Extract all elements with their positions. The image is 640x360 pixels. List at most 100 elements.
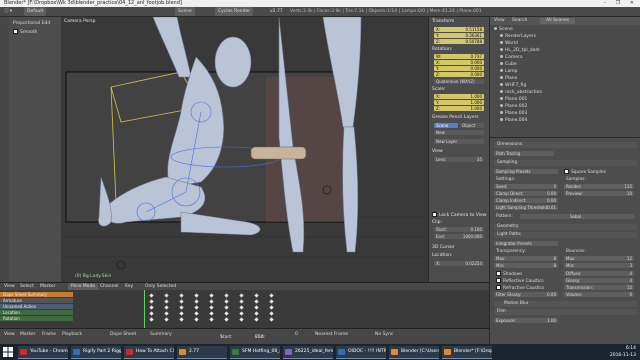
cursor-x-field[interactable]: X: 0.02254 [434, 261, 484, 266]
sync-select[interactable]: No Sync [375, 332, 393, 337]
outliner-item[interactable]: Scene [494, 27, 513, 32]
volume-field[interactable]: Volume: 0 [564, 292, 634, 297]
keyframe[interactable] [164, 311, 169, 316]
refractive-caustics-checkbox[interactable]: Refractive Caustics [496, 285, 544, 291]
geometry-panel[interactable]: Geometry [494, 224, 637, 230]
film-panel[interactable]: Film [494, 309, 637, 315]
keyframe[interactable] [194, 293, 199, 298]
outliner-item[interactable]: Cube [500, 62, 517, 67]
taskbar-task[interactable]: Rigify Part 2 Rigg... [71, 346, 121, 359]
transmission-field[interactable]: Transmission: 12 [564, 285, 634, 290]
scene-selector[interactable]: Scene [175, 7, 195, 16]
outliner-item[interactable]: HL_2D_tpl_dark [500, 48, 540, 53]
keyframe[interactable] [224, 293, 229, 298]
light-threshold-field[interactable]: Light Sampling Threshold: 0.01 [494, 205, 558, 210]
keyframe[interactable] [209, 293, 214, 298]
outliner-item[interactable]: Camera [500, 55, 523, 60]
keyframe[interactable] [179, 299, 184, 304]
rotation-w-field[interactable]: W: 0.737 [434, 54, 484, 59]
sampling-presets-select[interactable]: Sampling Presets [494, 169, 558, 174]
channel-rotation[interactable]: Rotation [0, 316, 73, 321]
keyframe[interactable] [254, 311, 259, 316]
dopesheet[interactable]: Dope Sheet Summary Armature Unnamed.Acti… [0, 290, 489, 328]
dope-sheet-mode-select[interactable]: Dope Sheet [110, 332, 136, 337]
keyframe[interactable] [224, 305, 229, 310]
keyframe[interactable] [179, 317, 184, 322]
scale-y-field[interactable]: Y: 1.000 [434, 100, 484, 105]
layout-selector[interactable]: Default [24, 7, 47, 16]
scale-z-field[interactable]: Z: 1.000 [434, 106, 484, 111]
keyframe[interactable] [179, 293, 184, 298]
keyframe[interactable] [254, 293, 259, 298]
toolshelf-item-smooth[interactable]: Smooth [13, 29, 37, 35]
bounces-max-field[interactable]: Max: 12 [564, 256, 634, 261]
outliner-item[interactable]: WHF7_fig [500, 83, 526, 88]
keyframe[interactable] [194, 317, 199, 322]
keyframe[interactable] [254, 305, 259, 310]
keyframe[interactable] [254, 299, 259, 304]
keyframe[interactable] [209, 299, 214, 304]
new-button[interactable]: New [434, 130, 484, 135]
outliner-item[interactable]: World [500, 41, 518, 46]
object-button[interactable]: Object [460, 123, 484, 128]
outliner-item[interactable]: rock_abstraction [500, 90, 542, 95]
location-z-field[interactable]: Z: 0.50788 [434, 39, 484, 44]
keyframe[interactable] [269, 317, 274, 322]
summary-toggle[interactable]: Summary [150, 332, 172, 337]
scale-x-field[interactable]: X: 1.000 [434, 94, 484, 99]
current-frame-field[interactable]: 0 [295, 332, 298, 337]
channel-summary[interactable]: Dope Sheet Summary [0, 292, 73, 297]
keyframe[interactable] [224, 299, 229, 304]
timeline-playback-menu[interactable]: Playback [62, 332, 82, 337]
timeline-marker-menu[interactable]: Marker [20, 332, 36, 337]
preview-samples-field[interactable]: Preview: 10 [564, 191, 634, 196]
clamp-indirect-field[interactable]: Clamp Indirect: 0.00 [494, 198, 558, 203]
keyframe[interactable] [179, 311, 184, 316]
info-menu-icon[interactable]: ⓘ ▾ [4, 7, 12, 16]
keyframe[interactable] [239, 299, 244, 304]
taskbar-task[interactable]: Blender [C:\Users... [389, 346, 439, 359]
outliner-search-menu[interactable]: Search [512, 17, 527, 25]
outliner-view-menu[interactable]: View [494, 17, 505, 25]
outliner-item[interactable]: RenderLayers [500, 34, 536, 39]
system-clock[interactable]: 6:14 2016-11-13 [610, 345, 636, 359]
scene-button[interactable]: Scene [434, 123, 458, 128]
keyframe[interactable] [209, 317, 214, 322]
timeline-view-menu[interactable]: View [4, 332, 15, 337]
taskbar-task[interactable]: 2.77 [177, 346, 227, 359]
keyframe[interactable] [149, 305, 154, 310]
bounces-min-field[interactable]: Min: 3 [564, 263, 634, 268]
keyframe[interactable] [269, 311, 274, 316]
keyframe[interactable] [224, 317, 229, 322]
outliner-item[interactable]: Plane.004 [500, 118, 527, 123]
keyframe[interactable] [209, 311, 214, 316]
lock-camera-checkbox[interactable]: Lock Camera to View [432, 212, 486, 218]
clip-end-field[interactable]: End: 1000.000 [434, 234, 484, 239]
reflective-caustics-checkbox[interactable]: Reflective Caustics [496, 278, 544, 284]
transparency-max-field[interactable]: Max: 8 [494, 256, 558, 261]
sampling-panel[interactable]: Sampling [494, 160, 637, 166]
taskbar-task[interactable]: YouTube - Chrome [18, 346, 68, 359]
rotation-x-field[interactable]: X: 0.000 [434, 60, 484, 65]
outliner-item[interactable]: Plane [500, 76, 517, 81]
render-samples-field[interactable]: Render: 135 [564, 184, 634, 189]
windows-start-icon[interactable] [3, 347, 13, 357]
filter-glossy-field[interactable]: Filter Glossy: 0.00 [494, 292, 558, 297]
render-engine-select[interactable]: Cycles Render [215, 7, 254, 16]
timeline-frame-menu[interactable]: Frame [42, 332, 56, 337]
rotation-z-field[interactable]: Z: 0.000 [434, 72, 484, 77]
nearest-frame-select[interactable]: Nearest Frame [315, 332, 348, 337]
keyframe[interactable] [239, 317, 244, 322]
exposure-field[interactable]: Exposure: 1.00 [494, 318, 558, 323]
keyframe[interactable] [194, 305, 199, 310]
keyframe[interactable] [164, 317, 169, 322]
keyframe[interactable] [209, 305, 214, 310]
keyframe[interactable] [239, 305, 244, 310]
taskbar-task[interactable]: Blender* [F:\Dropb... [442, 346, 492, 359]
transparency-min-field[interactable]: Min: 8 [494, 263, 558, 268]
channel-action[interactable]: Unnamed.Action [0, 304, 73, 309]
seed-field[interactable]: Seed: 0 [494, 184, 558, 189]
keyframe[interactable] [194, 311, 199, 316]
outliner-item[interactable]: Plane.001 [500, 97, 527, 102]
channel-location[interactable]: Location [0, 310, 73, 315]
